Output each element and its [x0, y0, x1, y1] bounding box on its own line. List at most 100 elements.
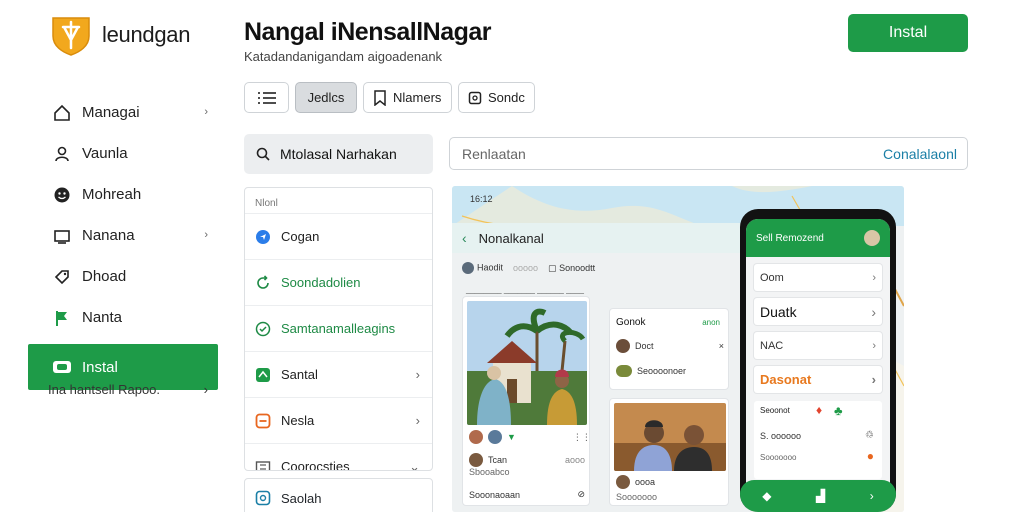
toolbar-button-label: Sondc	[488, 90, 525, 105]
phone-list-item[interactable]: NAC ›	[754, 332, 882, 359]
sidebar-item-label: Mohreah	[82, 186, 142, 203]
chevron-right-icon: ›	[871, 372, 876, 387]
chip-label: Sonoodtt	[559, 262, 596, 273]
sidebar-item-label: Nanta	[82, 309, 123, 326]
user-icon	[52, 144, 72, 164]
toolbar-button-nlamers[interactable]: Nlamers	[363, 82, 452, 113]
tv-icon	[52, 226, 72, 246]
list-view-button[interactable]	[244, 82, 289, 113]
sidebar-item-managai[interactable]: Managai ›	[28, 92, 218, 133]
chevron-right-icon: ›	[872, 271, 876, 284]
sidebar-item-dhoad[interactable]: Dhoad	[28, 256, 218, 297]
status-time: 16:12	[470, 194, 493, 204]
sidebar-item-nanta[interactable]: Nanta	[28, 297, 218, 338]
brand-logo-icon	[52, 17, 90, 56]
toolbar: Jedlcs Nlamers Sondc	[244, 82, 535, 113]
feed-caption: ________ _______ ______ ____	[466, 285, 584, 294]
chevron-down-icon: ⌄	[409, 458, 420, 471]
square-icon: ▢	[548, 262, 560, 273]
list-item-label: Nesla	[281, 413, 315, 428]
chip-label: Haodit	[477, 262, 504, 273]
share-icon[interactable]: ⊘	[577, 489, 585, 500]
phone-list-item[interactable]: Duatk ›	[754, 298, 882, 325]
install-button[interactable]: Instal	[848, 14, 968, 52]
sidebar-item-label: Vaunla	[82, 145, 128, 162]
card-footer-label: Sooonaoaan	[469, 489, 521, 500]
sidebar: Managai › Vaunla Mohreah Nanana › Dhoad …	[28, 92, 218, 390]
app-header: ‹ Nonalkanal	[452, 223, 752, 253]
phone-header: Sell Remozend	[746, 219, 890, 257]
badge-icon: ●	[866, 449, 874, 463]
refresh-icon	[257, 274, 269, 289]
app-header-title: Nonalkanal	[478, 230, 544, 246]
nav-grid-icon[interactable]: ▟	[816, 489, 825, 503]
avatar	[462, 262, 474, 274]
list-item-saolah[interactable]: Saolah	[244, 478, 433, 512]
install-icon	[52, 357, 72, 377]
chevron-right-icon: ›	[415, 367, 420, 382]
avatar	[488, 430, 502, 444]
list-item-samtanamalleagins[interactable]: Samtanamalleagins	[245, 305, 432, 351]
toolbar-button-jedlcs[interactable]: Jedlcs	[295, 82, 357, 113]
chip[interactable]: Haodit	[462, 262, 503, 274]
list-icon	[257, 91, 276, 104]
list-item-nesla[interactable]: Nesla ›	[245, 397, 432, 443]
toolbar-button-sondc[interactable]: Sondc	[458, 82, 535, 113]
orange-box-icon	[255, 413, 271, 428]
search-input-link[interactable]: Conalalaonl	[883, 146, 957, 162]
sidebar-item-nanana[interactable]: Nanana ›	[28, 215, 218, 256]
tree-icon: ♣	[834, 403, 843, 418]
search-button[interactable]: Mtolasal Narhakan	[244, 134, 433, 174]
phone-promo-item[interactable]: Dasonat ›	[754, 366, 882, 393]
chip[interactable]: ▢ Sonoodtt	[548, 263, 595, 274]
recycle-icon: ♲	[865, 430, 874, 441]
list-item-label: Coorocsties	[281, 459, 350, 471]
phone-list-item[interactable]: Oom ›	[754, 264, 882, 291]
shield-icon	[255, 490, 271, 506]
home-icon	[52, 103, 72, 123]
avatar	[469, 430, 483, 444]
search-icon	[256, 147, 270, 161]
more-icon[interactable]: ⋮⋮	[573, 432, 591, 443]
sidebar-footer-link[interactable]: Ina hantsell Rapoo. ›	[48, 382, 208, 397]
toolbar-button-label: Nlamers	[393, 90, 442, 105]
card-row: Doct ×	[616, 339, 724, 353]
phone-section-row: S. oooooo	[760, 431, 802, 441]
feed-card[interactable]: oooa Sooooooo	[609, 398, 729, 506]
sidebar-item-mohreah[interactable]: Mohreah	[28, 174, 218, 215]
card-row: Sbooabco	[469, 467, 510, 477]
search-input[interactable]: Renlaatan Conalalaonl	[449, 137, 968, 170]
nav-next-icon[interactable]: ›	[870, 489, 874, 503]
avatar	[616, 339, 630, 353]
chevron-right-icon: ›	[204, 106, 208, 118]
chip[interactable]: ooooo	[513, 263, 538, 273]
phone-list-label: Duatk	[760, 303, 797, 320]
list-item-cogan[interactable]: Cogan	[245, 213, 432, 259]
phone-header-title: Sell Remozend	[756, 232, 824, 244]
card-row: Tcan aooo	[469, 453, 585, 467]
page-subtitle: Katadandanigandam aigoadenank	[244, 49, 443, 64]
sidebar-item-label: Nanana	[82, 227, 135, 244]
back-arrow-icon[interactable]: ‹	[462, 230, 467, 246]
avatar[interactable]	[864, 230, 880, 246]
brand-name: leundgan	[102, 22, 191, 47]
list-heading: Nlonl	[255, 198, 278, 209]
list-item-label: Samtanamalleagins	[281, 321, 396, 336]
list-item-santal[interactable]: Santal ›	[245, 351, 432, 397]
list-item-label: Soondadolien	[281, 275, 361, 290]
close-icon[interactable]: ×	[719, 341, 724, 351]
list-item-soondadolien[interactable]: Soondadolien	[245, 259, 432, 305]
phone-bottom-nav: ◆ ▟ ›	[740, 480, 896, 512]
avatar	[616, 365, 632, 377]
list-item-coorocsties[interactable]: Coorocsties ⌄	[245, 443, 432, 471]
sidebar-item-vaunla[interactable]: Vaunla	[28, 133, 218, 174]
phone-list-label: Oom	[760, 271, 784, 284]
nav-diamond-icon[interactable]: ◆	[762, 489, 771, 503]
feed-card[interactable]: Gonok anon Doct × Seoooonoer	[609, 308, 729, 390]
phone-screen: Sell Remozend Oom › Duatk › NAC › Dasona…	[746, 219, 890, 512]
sidebar-footer-label: Ina hantsell Rapoo.	[48, 382, 161, 397]
avatar	[469, 453, 483, 467]
feed-card[interactable]: ▼ ⋮⋮ Tcan aooo Sbooabco Sooonaoaan ⊘	[462, 296, 591, 506]
search-label: Mtolasal Narhakan	[280, 146, 397, 162]
card-row-label: Seoooonoer	[637, 366, 687, 376]
